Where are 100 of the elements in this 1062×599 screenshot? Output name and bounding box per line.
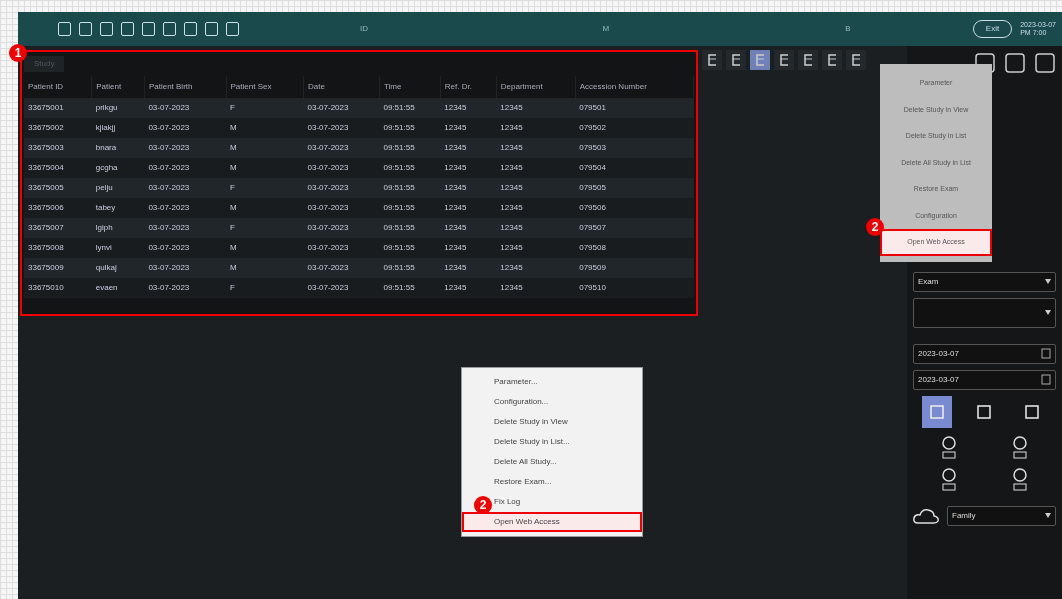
- table-cell: M: [226, 258, 304, 278]
- layout-button[interactable]: [726, 50, 746, 70]
- table-cell: 03-07-2023: [303, 198, 380, 218]
- table-cell: 03-07-2023: [303, 178, 380, 198]
- table-cell: 079507: [575, 218, 694, 238]
- status-icon[interactable]: [79, 22, 92, 36]
- table-cell: 33675006: [24, 198, 92, 218]
- layout-button[interactable]: [846, 50, 866, 70]
- table-cell: 09:51:55: [379, 198, 441, 218]
- table-cell: kjiakjj: [91, 118, 145, 138]
- table-cell: F: [226, 278, 304, 298]
- layout-button[interactable]: [798, 50, 818, 70]
- status-icon[interactable]: [121, 22, 134, 36]
- table-cell: 079510: [575, 278, 694, 298]
- table-cell: tabey: [91, 198, 145, 218]
- top-bar-label: B: [844, 23, 852, 35]
- table-cell: evaen: [91, 278, 145, 298]
- table-cell: 12345: [440, 118, 497, 138]
- status-icon[interactable]: [163, 22, 176, 36]
- table-cell: 079502: [575, 118, 694, 138]
- table-cell: 03-07-2023: [303, 98, 380, 118]
- menu-item[interactable]: Open Web Access: [462, 512, 642, 532]
- sort-select[interactable]: Exam: [913, 272, 1056, 292]
- table-cell: M: [226, 158, 304, 178]
- table-cell: 03-07-2023: [303, 218, 380, 238]
- layout-icon: [756, 54, 764, 66]
- menu-item[interactable]: Parameter...: [462, 372, 642, 392]
- table-cell: 33675002: [24, 118, 92, 138]
- menu-item[interactable]: Delete All Study...: [462, 452, 642, 472]
- menu-item[interactable]: Delete Study in List...: [462, 432, 642, 452]
- table-cell: 12345: [496, 158, 576, 178]
- layout-button[interactable]: [702, 50, 722, 70]
- table-cell: M: [226, 138, 304, 158]
- table-cell: 03-07-2023: [144, 198, 226, 218]
- table-cell: 12345: [440, 158, 497, 178]
- table-cell: F: [226, 98, 304, 118]
- menu-item[interactable]: Restore Exam...: [462, 472, 642, 492]
- table-cell: 33675005: [24, 178, 92, 198]
- panel-icon[interactable]: [1034, 52, 1056, 74]
- table-cell: 12345: [440, 278, 497, 298]
- table-cell: 33675001: [24, 98, 92, 118]
- table-cell: 33675003: [24, 138, 92, 158]
- layout-icon: [852, 54, 860, 66]
- layout-button[interactable]: [822, 50, 842, 70]
- table-cell: F: [226, 218, 304, 238]
- status-icon[interactable]: [205, 22, 218, 36]
- table-cell: 079509: [575, 258, 694, 278]
- table-cell: 03-07-2023: [144, 238, 226, 258]
- menu-item[interactable]: Configuration...: [462, 392, 642, 412]
- status-icon[interactable]: [142, 22, 155, 36]
- table-cell: 12345: [440, 258, 497, 278]
- table-cell: 079501: [575, 98, 694, 118]
- panel-icon[interactable]: [1004, 52, 1026, 74]
- layout-icon: [804, 54, 812, 66]
- table-cell: M: [226, 238, 304, 258]
- table-cell: 09:51:55: [379, 258, 441, 278]
- multi-select-field[interactable]: [913, 298, 1056, 328]
- table-cell: 079504: [575, 158, 694, 178]
- date-field[interactable]: 2023-03-07: [913, 370, 1056, 390]
- table-cell: 33675007: [24, 218, 92, 238]
- table-cell: 03-07-2023: [144, 118, 226, 138]
- table-cell: 03-07-2023: [144, 158, 226, 178]
- table-cell: 079506: [575, 198, 694, 218]
- status-icon[interactable]: [184, 22, 197, 36]
- layout-icon: [828, 54, 836, 66]
- table-cell: 09:51:55: [379, 118, 441, 138]
- status-icon[interactable]: [58, 22, 71, 36]
- table-cell: lynvi: [91, 238, 145, 258]
- date-field[interactable]: 2023-03-07: [913, 344, 1056, 364]
- table-cell: 12345: [496, 118, 576, 138]
- table-cell: 03-07-2023: [303, 138, 380, 158]
- table-cell: 12345: [496, 98, 576, 118]
- table-cell: 33675008: [24, 238, 92, 258]
- callout-badge: 1: [9, 44, 27, 62]
- calendar-icon[interactable]: [1041, 348, 1051, 360]
- table-cell: 12345: [496, 238, 576, 258]
- status-icon[interactable]: [226, 22, 239, 36]
- monitor-icon: [976, 404, 993, 420]
- layout-button[interactable]: [774, 50, 794, 70]
- table-cell: F: [226, 178, 304, 198]
- table-cell: 09:51:55: [379, 238, 441, 258]
- table-cell: gcgha: [91, 158, 145, 178]
- table-cell: 03-07-2023: [144, 178, 226, 198]
- table-cell: 09:51:55: [379, 178, 441, 198]
- table-cell: 33675004: [24, 158, 92, 178]
- table-cell: 12345: [440, 178, 497, 198]
- table-cell: 33675010: [24, 278, 92, 298]
- mode-button[interactable]: [921, 396, 952, 428]
- table-cell: 09:51:55: [379, 138, 441, 158]
- status-icon[interactable]: [100, 22, 113, 36]
- menu-item[interactable]: Delete Study in View: [462, 412, 642, 432]
- table-cell: 09:51:55: [379, 278, 441, 298]
- table-cell: 03-07-2023: [303, 258, 380, 278]
- table-cell: 12345: [440, 98, 497, 118]
- table-cell: 12345: [496, 258, 576, 278]
- calendar-icon[interactable]: [1041, 374, 1051, 386]
- table-cell: M: [226, 118, 304, 138]
- cloud-icon[interactable]: [913, 507, 939, 525]
- table-cell: 079505: [575, 178, 694, 198]
- storage-select[interactable]: Family: [947, 506, 1056, 526]
